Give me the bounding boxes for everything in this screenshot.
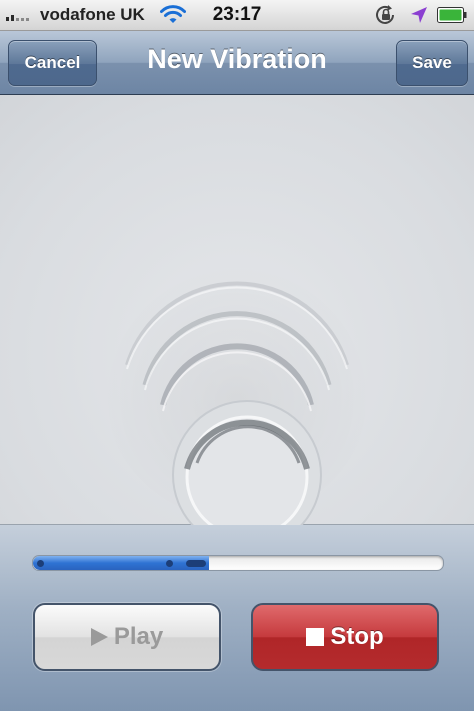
progress-marker bbox=[37, 560, 44, 567]
vibration-ripple-icon bbox=[102, 250, 372, 550]
location-arrow-icon bbox=[411, 7, 427, 23]
play-icon bbox=[90, 628, 108, 646]
page-title: New Vibration bbox=[147, 44, 327, 74]
battery-icon bbox=[437, 7, 467, 23]
wifi-icon bbox=[160, 5, 186, 23]
play-label: Play bbox=[113, 623, 164, 650]
play-button[interactable]: Play bbox=[33, 603, 221, 671]
progress-fill bbox=[33, 556, 210, 570]
cancel-button[interactable]: Cancel bbox=[8, 40, 97, 86]
playback-controls: Play Stop bbox=[0, 525, 474, 711]
status-bar: vodafone UK 23:17 bbox=[0, 0, 474, 31]
progress-marker bbox=[166, 560, 173, 567]
stop-label: Stop bbox=[330, 623, 384, 650]
progress-track[interactable] bbox=[32, 555, 444, 571]
vibration-recording-area[interactable] bbox=[0, 95, 474, 550]
rotation-lock-icon bbox=[376, 5, 394, 24]
progress-marker bbox=[186, 560, 206, 567]
save-button[interactable]: Save bbox=[396, 40, 468, 86]
navigation-bar: Cancel New Vibration Save bbox=[0, 31, 474, 95]
signal-bars-icon bbox=[6, 9, 29, 21]
carrier-name: vodafone UK bbox=[40, 5, 145, 24]
stop-icon bbox=[306, 628, 325, 646]
stop-button[interactable]: Stop bbox=[251, 603, 439, 671]
